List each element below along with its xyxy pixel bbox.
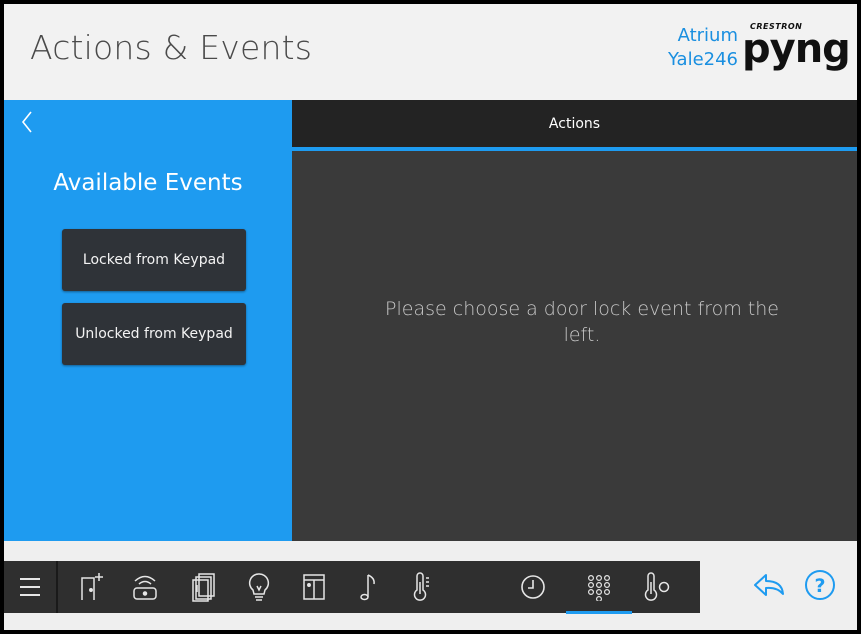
menu-button[interactable] — [9, 561, 51, 613]
actions-panel: Actions Please choose a door lock event … — [292, 100, 857, 541]
temperature-sensor-icon — [644, 572, 670, 601]
back-arrow-icon — [754, 574, 784, 596]
toolbar-schedules[interactable] — [512, 561, 554, 613]
toolbar-doors[interactable] — [70, 561, 112, 613]
toolbar-lighting[interactable] — [238, 561, 280, 613]
right-controls: ? — [752, 561, 836, 613]
door-add-icon — [81, 573, 103, 600]
clock-icon — [521, 575, 545, 599]
remote-icon — [133, 575, 157, 600]
toolbar-windows[interactable] — [293, 561, 335, 613]
tab-actions-label: Actions — [548, 115, 601, 132]
thermometer-icon — [413, 572, 429, 601]
bottom-bar: ? — [4, 541, 857, 630]
back-button[interactable] — [20, 110, 34, 139]
keypad-icon — [587, 574, 611, 601]
logo-pyng-text: pyng — [742, 26, 851, 72]
toolbar-shades[interactable] — [182, 561, 224, 613]
shades-icon — [192, 573, 215, 602]
help-icon: ? — [805, 570, 835, 600]
help-button[interactable]: ? — [804, 569, 836, 605]
header: Actions & Events Atrium Yale246 CRESTRON… — [4, 4, 857, 100]
toolbar-divider — [56, 561, 58, 613]
device-toolbar — [4, 561, 700, 614]
app-window: Actions & Events Atrium Yale246 CRESTRON… — [4, 4, 857, 630]
lightbulb-icon — [248, 573, 270, 601]
toolbar-sensors[interactable] — [636, 561, 678, 613]
location-label[interactable]: Atrium Yale246 — [658, 24, 738, 72]
event-unlocked-from-keypad[interactable]: Unlocked from Keypad — [62, 303, 246, 365]
active-tab-indicator — [566, 611, 632, 614]
tab-actions[interactable]: Actions — [292, 100, 857, 151]
available-events-title: Available Events — [53, 170, 243, 196]
location-room: Atrium — [677, 25, 738, 46]
empty-state-message: Please choose a door lock event from the… — [385, 298, 779, 346]
chevron-left-icon — [21, 111, 32, 133]
toolbar-music[interactable] — [347, 561, 389, 613]
music-note-icon — [360, 574, 375, 601]
svg-text:?: ? — [814, 575, 825, 597]
menu-icon — [20, 578, 40, 596]
back-arrow-button[interactable] — [752, 572, 786, 602]
toolbar-climate[interactable] — [401, 561, 443, 613]
crestron-pyng-logo: CRESTRON pyng — [740, 22, 851, 82]
window-icon — [303, 574, 325, 600]
toolbar-av-control[interactable] — [124, 561, 166, 613]
event-locked-from-keypad[interactable]: Locked from Keypad — [62, 229, 246, 291]
toolbar-keypads[interactable] — [578, 561, 620, 613]
page-title: Actions & Events — [30, 28, 313, 67]
location-device: Yale246 — [668, 49, 738, 70]
available-events-panel: Available Events Locked from Keypad Unlo… — [4, 100, 292, 541]
